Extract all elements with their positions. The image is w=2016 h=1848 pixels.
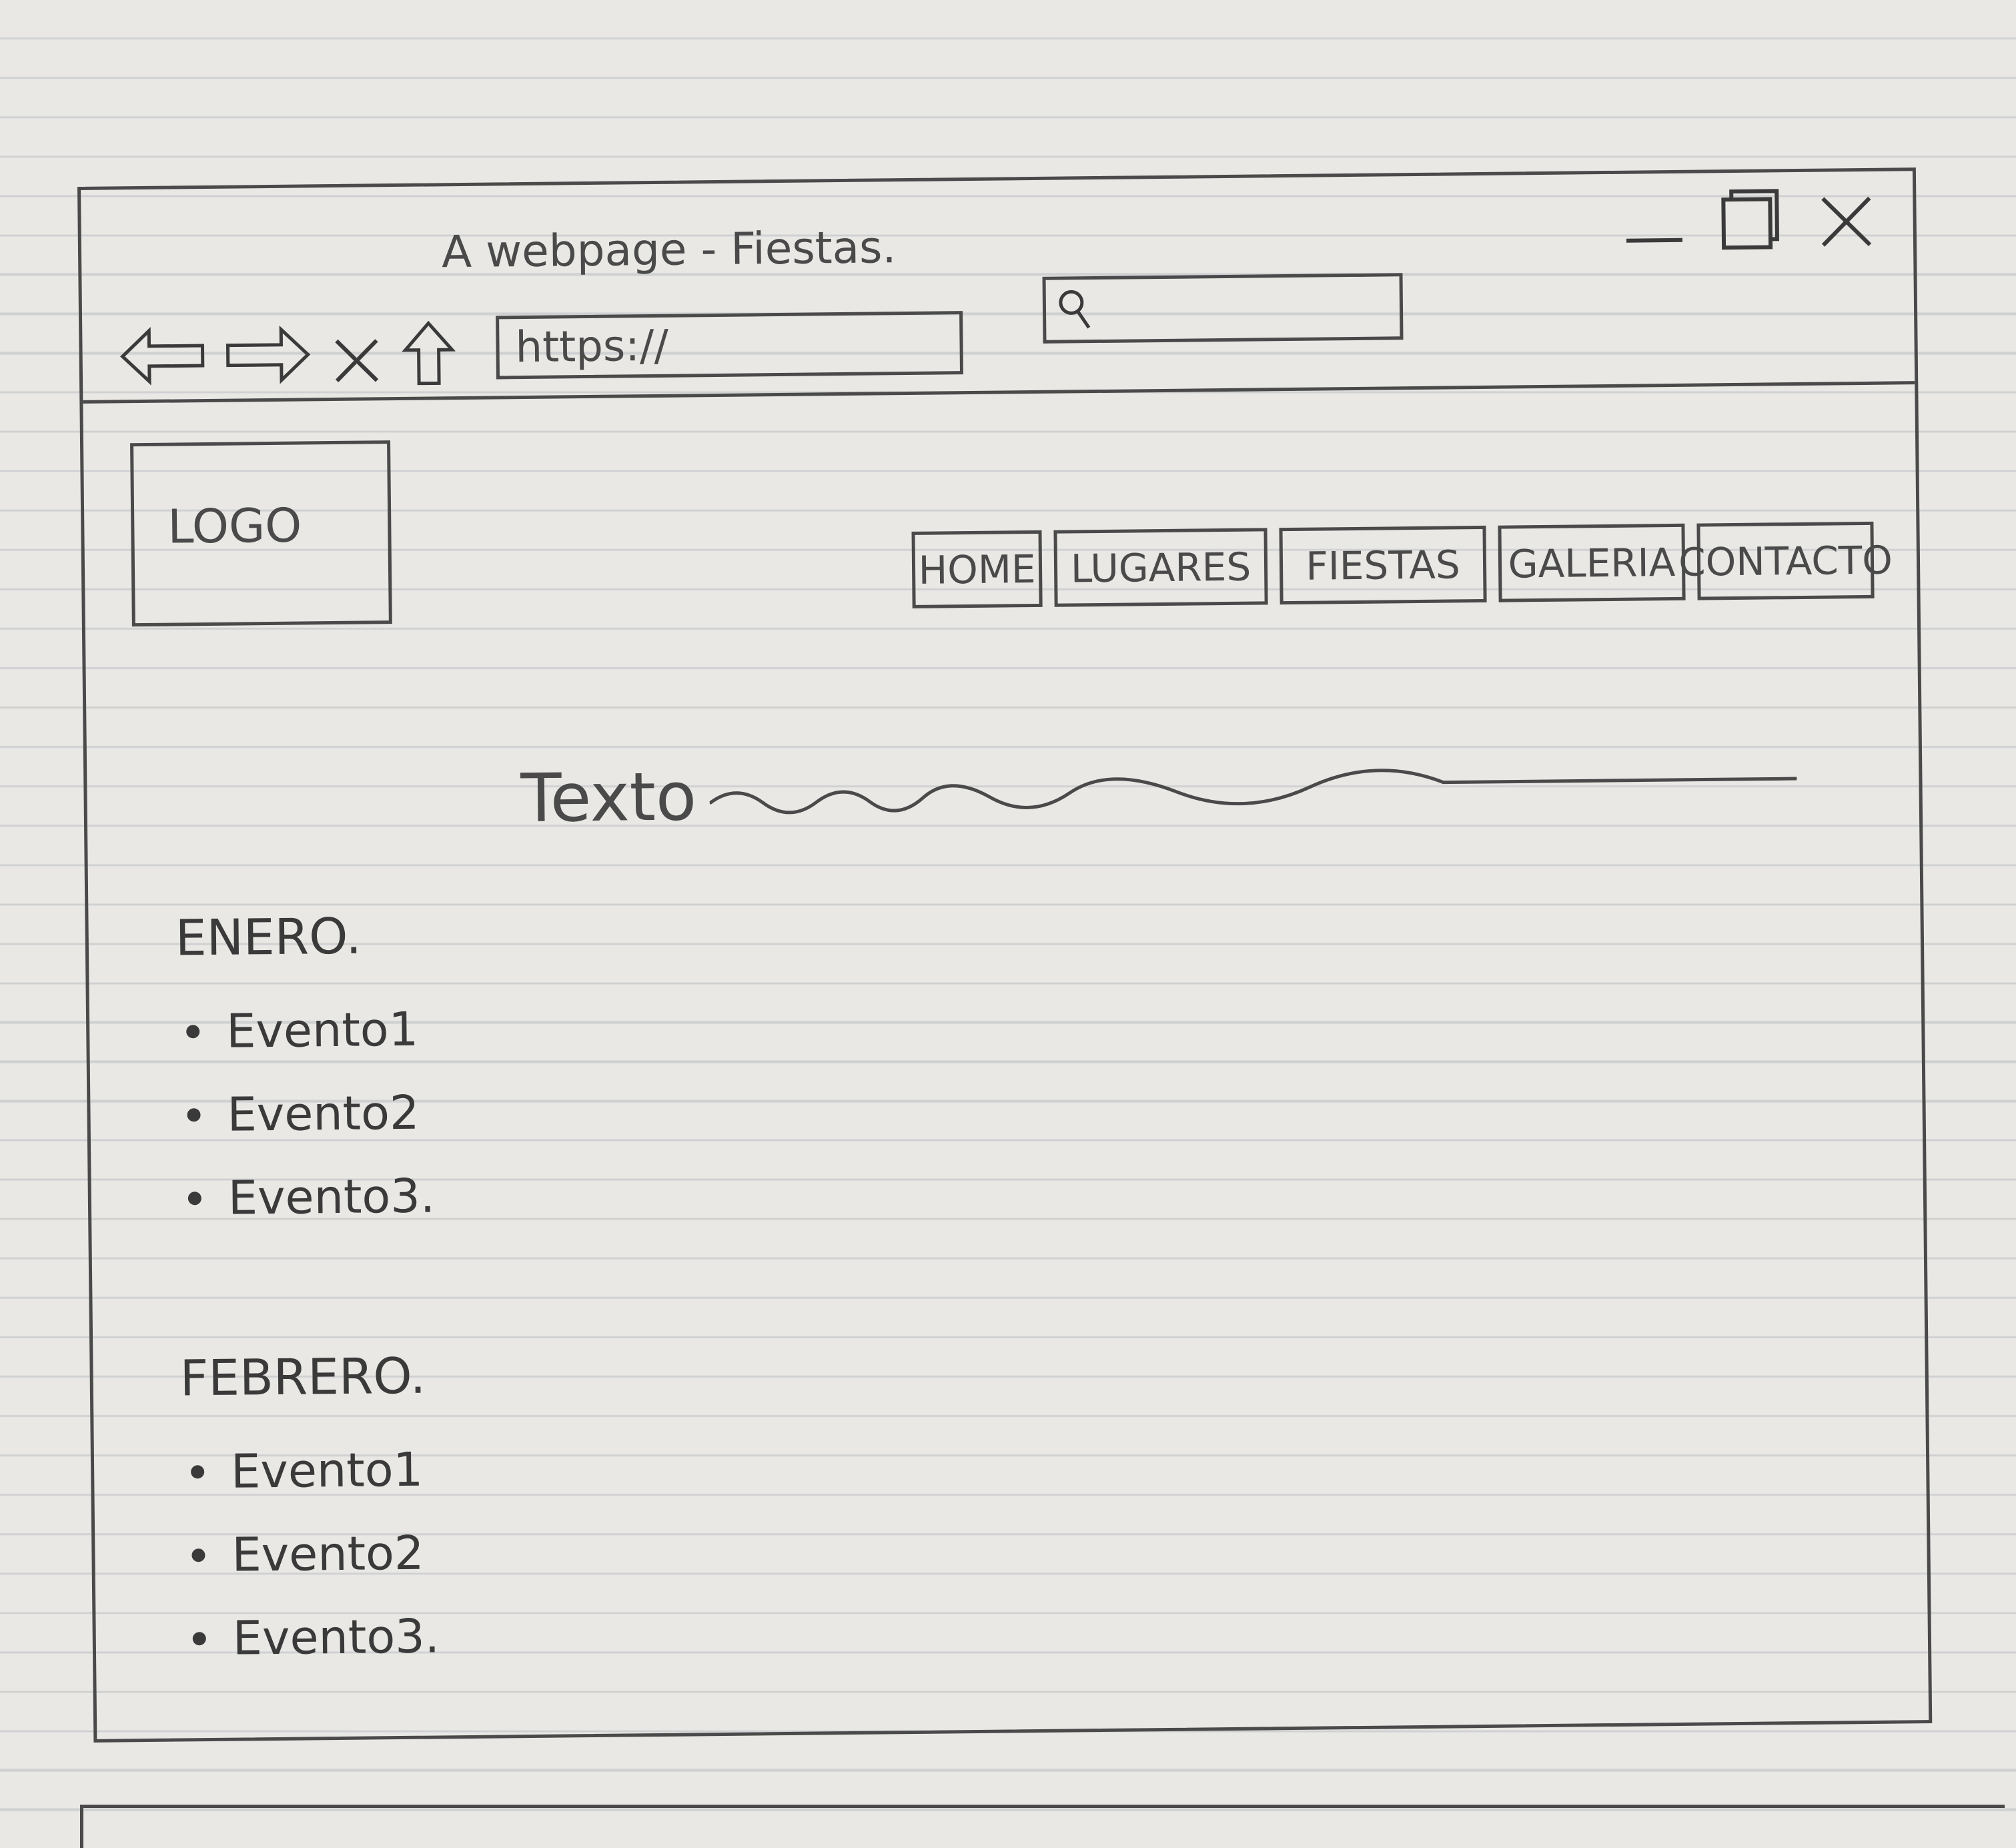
bullet-icon — [187, 1191, 201, 1205]
main-navigation: HOME LUGARES FIESTAS GALERIA CONTACTO — [911, 521, 1893, 608]
window-title: A webpage - Fiestas. — [441, 221, 897, 278]
list-item[interactable]: Evento3. — [192, 1594, 440, 1680]
page-heading: Texto — [520, 746, 1798, 837]
nav-item-home[interactable]: HOME — [911, 530, 1043, 608]
bullet-icon — [191, 1464, 205, 1478]
bullet-icon — [192, 1631, 206, 1645]
event-label: Evento2 — [227, 1085, 420, 1142]
bullet-icon — [187, 1107, 201, 1121]
event-label: Evento2 — [231, 1525, 424, 1582]
bullet-icon — [186, 1024, 200, 1038]
search-input[interactable] — [1042, 273, 1404, 344]
close-icon — [1821, 196, 1872, 247]
maximize-icon — [1721, 189, 1779, 250]
text-placeholder-line — [709, 768, 1797, 814]
nav-item-contacto[interactable]: CONTACTO — [1678, 521, 1893, 600]
window-controls — [1620, 185, 1880, 254]
maximize-button[interactable] — [1716, 185, 1784, 253]
list-item[interactable]: Evento3. — [187, 1153, 435, 1240]
minimize-button[interactable] — [1620, 187, 1688, 254]
event-list: Evento1 Evento2 Evento3. — [191, 1427, 440, 1680]
event-label: Evento1 — [230, 1442, 424, 1499]
list-item[interactable]: Evento1 — [186, 987, 434, 1073]
close-button[interactable] — [1813, 185, 1880, 252]
arrow-right-icon — [225, 326, 311, 384]
event-list: Evento1 Evento2 Evento3. — [186, 987, 436, 1240]
list-item[interactable]: Evento1 — [191, 1427, 438, 1513]
browser-titlebar: A webpage - Fiestas. https:// — [81, 171, 1915, 404]
next-sketch-edge — [80, 1805, 2005, 1848]
arrow-left-icon — [120, 327, 205, 386]
nav-item-lugares[interactable]: LUGARES — [1053, 528, 1268, 607]
minimize-icon — [1626, 238, 1682, 243]
forward-button[interactable] — [224, 321, 312, 388]
home-button[interactable] — [402, 320, 456, 387]
nav-item-fiestas[interactable]: FIESTAS — [1279, 525, 1487, 605]
event-label: Evento3. — [232, 1608, 440, 1666]
site-logo[interactable]: LOGO — [130, 440, 392, 627]
arrow-up-icon — [402, 320, 456, 386]
address-bar[interactable]: https:// — [496, 311, 964, 380]
heading-text: Texto — [520, 757, 697, 838]
back-button[interactable] — [119, 322, 206, 390]
event-label: Evento3. — [227, 1168, 436, 1226]
browser-nav-buttons — [119, 320, 456, 390]
month-heading: FEBRERO. — [179, 1347, 426, 1408]
browser-window: A webpage - Fiestas. https:// LOGO HOME … — [77, 167, 1933, 1743]
stop-button[interactable] — [330, 320, 384, 388]
month-heading: ENERO. — [175, 907, 362, 967]
event-label: Evento1 — [225, 1001, 419, 1059]
list-item[interactable]: Evento2 — [191, 1510, 439, 1596]
stop-icon — [335, 339, 379, 383]
bullet-icon — [191, 1548, 205, 1562]
list-item[interactable]: Evento2 — [187, 1070, 434, 1156]
search-icon — [1059, 290, 1091, 329]
nav-item-galeria[interactable]: GALERIA — [1498, 523, 1686, 602]
